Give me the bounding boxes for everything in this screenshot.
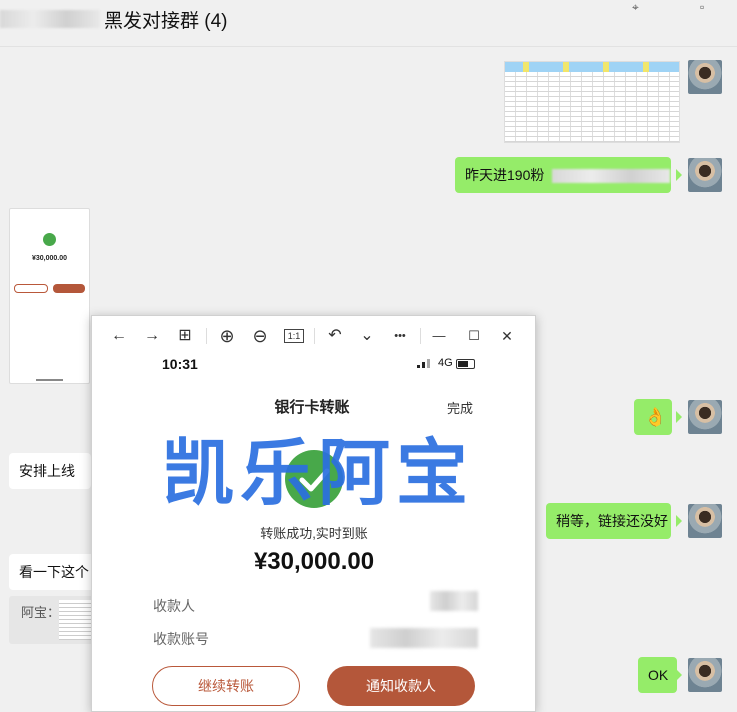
continue-transfer-button[interactable]: 继续转账 <box>152 666 300 706</box>
back-arrow-icon[interactable]: ← <box>110 326 128 346</box>
viewer-toolbar: ← → ⊞ ⊕ ⊖ 1:1 ↶ ⌄ ••• — ☐ ✕ <box>92 316 535 356</box>
message-bubble-other[interactable]: 安排上线 <box>9 453 91 489</box>
thumbnail-button <box>14 284 48 293</box>
account-label: 收款账号 <box>153 631 209 647</box>
success-check-icon <box>43 233 56 246</box>
image-viewer-window: ← → ⊞ ⊕ ⊖ 1:1 ↶ ⌄ ••• — ☐ ✕ 10:31 4G 银行卡… <box>91 315 536 712</box>
emoji-bubble[interactable]: 👌 <box>634 399 672 435</box>
my-avatar[interactable] <box>688 158 722 192</box>
grid-view-icon[interactable]: ⊞ <box>174 326 196 346</box>
my-avatar[interactable] <box>688 658 722 692</box>
chat-title: 黑发对接群 (4) <box>104 11 228 32</box>
message-bubble-mine[interactable]: OK <box>638 657 677 693</box>
forward-arrow-icon[interactable]: → <box>143 326 161 346</box>
zoom-out-icon[interactable]: ⊖ <box>250 326 270 346</box>
my-avatar[interactable] <box>688 400 722 434</box>
chat-header: 黑发对接群 (4) ⌖ ▫ <box>0 0 737 47</box>
close-icon[interactable]: ✕ <box>499 326 515 346</box>
bubble-tail <box>676 169 682 181</box>
toolbar-divider <box>420 328 421 344</box>
payee-value-redacted <box>430 591 478 611</box>
actual-size-icon[interactable]: 1:1 <box>284 329 304 343</box>
watermark-text: 凯乐阿宝 <box>162 431 475 515</box>
quote-author: 阿宝： <box>21 605 61 620</box>
bubble-tail <box>676 669 682 681</box>
network-label: 4G <box>438 357 453 369</box>
message-bubble-mine[interactable]: 昨天进190粉 <box>455 157 671 193</box>
pin-icon[interactable]: ⌖ <box>632 0 639 15</box>
notify-payee-button[interactable]: 通知收款人 <box>327 666 475 706</box>
battery-icon <box>456 359 475 369</box>
spreadsheet-image[interactable] <box>504 61 680 143</box>
home-indicator <box>36 379 63 381</box>
toolbar-divider <box>206 328 207 344</box>
signal-icon <box>417 365 420 368</box>
thumbnail-button <box>53 284 85 293</box>
thumbnail-amount: ¥30,000.00 <box>31 255 68 262</box>
rotate-icon[interactable]: ↶ <box>325 326 345 346</box>
transfer-amount: ¥30,000.00 <box>253 548 375 575</box>
maximize-icon[interactable]: ☐ <box>466 326 482 346</box>
chevron-down-icon[interactable]: ⌄ <box>359 326 375 346</box>
message-text: 稍等，链接还没好 <box>556 513 668 529</box>
zoom-in-icon[interactable]: ⊕ <box>217 326 237 346</box>
minimize-icon[interactable]: — <box>431 326 447 346</box>
more-options-icon[interactable]: ••• <box>389 326 411 346</box>
message-text: OK <box>648 667 669 683</box>
ok-hand-emoji: 👌 <box>644 407 667 427</box>
phone-screenshot: 10:31 4G 银行卡转账 完成 凯乐阿宝 转账成功,实时到账 ¥30,000… <box>92 356 535 711</box>
account-value-redacted <box>370 628 478 648</box>
blurred-group-prefix <box>0 10 100 28</box>
signal-icon <box>422 362 425 368</box>
message-bubble-mine[interactable]: 稍等，链接还没好 <box>546 503 671 539</box>
message-text: 看一下这个 <box>19 564 89 580</box>
success-message: 转账成功,实时到账 <box>260 526 368 541</box>
bubble-tail <box>676 515 682 527</box>
blurred-text <box>552 169 671 184</box>
my-avatar[interactable] <box>688 504 722 538</box>
payee-label: 收款人 <box>153 598 195 614</box>
signal-icon <box>427 359 430 368</box>
bubble-tail <box>676 411 682 423</box>
toolbar-divider <box>314 328 315 344</box>
status-time: 10:31 <box>162 356 198 372</box>
quoted-message[interactable]: 阿宝： <box>9 596 99 644</box>
message-text: 安排上线 <box>19 463 75 479</box>
my-avatar[interactable] <box>688 60 722 94</box>
more-icon[interactable]: ▫ <box>700 0 704 14</box>
message-text: 昨天进190粉 <box>465 167 545 183</box>
transfer-screenshot-thumbnail[interactable]: ¥30,000.00 <box>9 208 90 384</box>
